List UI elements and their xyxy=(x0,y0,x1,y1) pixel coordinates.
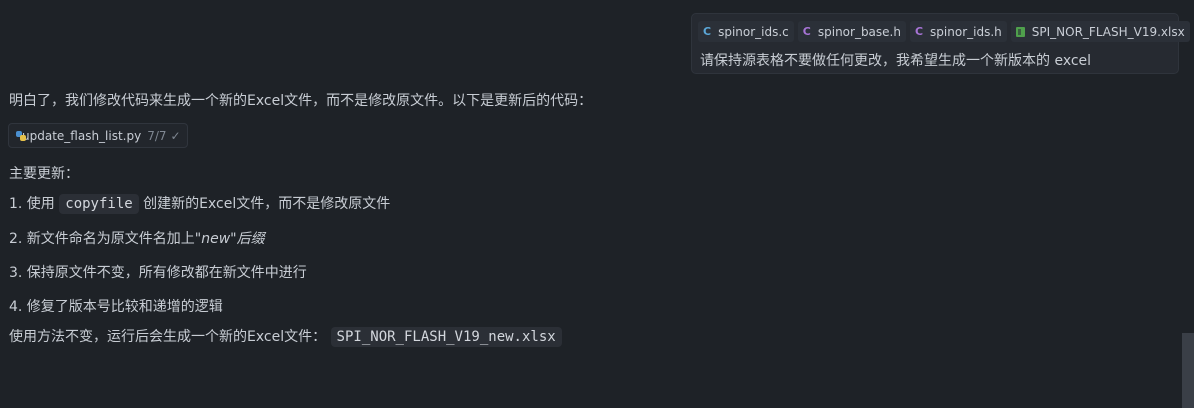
user-message: C spinor_ids.c C spinor_base.h C spinor_… xyxy=(691,13,1190,74)
user-message-text: 请保持源表格不要做任何更改，我希望生成一个新版本的 excel xyxy=(700,53,1092,69)
attachment-name: spinor_base.h xyxy=(817,24,901,39)
scrollbar-thumb[interactable] xyxy=(1182,333,1194,408)
update-item-text: 1. 使用 xyxy=(9,196,60,212)
attachment-name: spinor_ids.c xyxy=(718,24,789,39)
chat-panel: C spinor_ids.c C spinor_base.h C spinor_… xyxy=(0,0,1194,408)
file-card-progress: 7/7 xyxy=(147,128,167,143)
update-item-1: 1. 使用 copyfile 创建新的Excel文件，而不是修改原文件 xyxy=(9,193,391,214)
usage-note: 使用方法不变，运行后会生成一个新的Excel文件： SPI_NOR_FLASH_… xyxy=(9,326,562,347)
updates-heading: 主要更新： xyxy=(9,166,79,182)
update-item-2: 2. 新文件命名为原文件名加上"new"后缀 xyxy=(9,228,265,248)
check-icon: ✓ xyxy=(170,128,181,143)
attachment-list: C spinor_ids.c C spinor_base.h C spinor_… xyxy=(698,21,1190,42)
h-file-icon: C xyxy=(802,25,811,38)
attachment-name: spinor_ids.h xyxy=(930,24,1002,39)
assistant-intro: 明白了，我们修改代码来生成一个新的Excel文件，而不是修改原文件。以下是更新后… xyxy=(9,93,593,109)
inline-code: SPI_NOR_FLASH_V19_new.xlsx xyxy=(330,327,562,347)
usage-text: 使用方法不变，运行后会生成一个新的Excel文件： xyxy=(9,329,331,345)
attachment-name: SPI_NOR_FLASH_V19.xlsx xyxy=(1031,24,1185,39)
update-item-3: 3. 保持原文件不变，所有修改都在新文件中进行 xyxy=(9,265,307,281)
update-item-text: 创建新的Excel文件，而不是修改原文件 xyxy=(138,196,391,212)
c-file-icon: C xyxy=(703,25,712,38)
attachment-chip[interactable]: C spinor_ids.c xyxy=(698,21,794,42)
code-file-card[interactable]: update_flash_list.py 7/7 ✓ xyxy=(8,123,188,148)
attachment-chip[interactable]: SPI_NOR_FLASH_V19.xlsx xyxy=(1010,21,1190,42)
h-file-icon: C xyxy=(914,25,924,38)
update-item-text: 2. 新文件命名为原文件名加上" xyxy=(9,231,202,247)
excel-file-icon xyxy=(1015,26,1025,37)
update-item-4: 4. 修复了版本号比较和递增的逻辑 xyxy=(9,299,223,315)
file-card-name: update_flash_list.py xyxy=(22,128,142,143)
inline-code: copyfile xyxy=(59,194,139,214)
attachment-chip[interactable]: C spinor_ids.h xyxy=(909,21,1007,42)
attachment-chip[interactable]: C spinor_base.h xyxy=(797,21,906,42)
update-item-italic: new"后缀 xyxy=(201,231,265,247)
